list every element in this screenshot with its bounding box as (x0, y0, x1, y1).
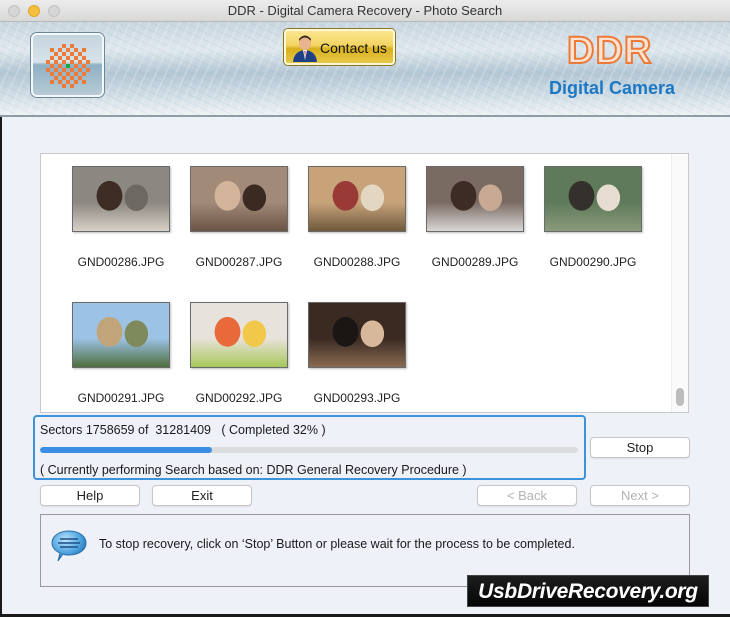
next-button[interactable]: Next > (590, 485, 690, 506)
brand-title: DDR (566, 29, 653, 73)
logo-pixel (74, 64, 78, 68)
photo-thumbnail[interactable] (544, 166, 642, 232)
photo-filename: GND00292.JPG (195, 391, 283, 405)
speech-bubble-icon (51, 530, 87, 562)
logo-pixel (70, 68, 74, 72)
photo-filename: GND00286.JPG (77, 255, 165, 269)
logo-pixel (58, 64, 62, 68)
logo-pixel (58, 80, 62, 84)
logo-pixel (70, 44, 74, 48)
logo-pixel (66, 48, 70, 52)
logo-pixel (54, 60, 58, 64)
progress-panel: Sectors 1758659 of 31281409 ( Completed … (33, 415, 586, 480)
photo-filename: GND00291.JPG (77, 391, 165, 405)
logo-pixel (50, 72, 54, 76)
logo-pixel (54, 76, 58, 80)
procedure-status: ( Currently performing Search based on: … (40, 463, 467, 477)
person-icon (293, 35, 317, 62)
logo-pixel (50, 80, 54, 84)
logo-pixel (70, 52, 74, 56)
header-banner: Contact us DDR Digital Camera (0, 22, 730, 117)
photo-thumbnail[interactable] (72, 166, 170, 232)
window-edge (0, 117, 2, 617)
logo-pixel (74, 48, 78, 52)
logo-pixel (46, 68, 50, 72)
photo-thumbnail[interactable] (190, 302, 288, 368)
info-message: To stop recovery, click on ‘Stop’ Button… (99, 537, 575, 551)
logo-pixel (70, 60, 74, 64)
logo-pixel (70, 76, 74, 80)
logo-pixel (58, 48, 62, 52)
logo-pixel (82, 48, 86, 52)
progress-bar (40, 447, 578, 453)
photo-thumbnail[interactable] (308, 302, 406, 368)
photo-thumbnail-panel: GND00286.JPG GND00287.JPG GND00288.JPG GND0… (40, 153, 689, 413)
logo-pixel (66, 80, 70, 84)
photo-filename: GND00288.JPG (313, 255, 401, 269)
logo-pixel (74, 56, 78, 60)
photo-filename: GND00289.JPG (431, 255, 519, 269)
ddr-logo-icon (46, 44, 90, 88)
progress-bar-fill (40, 447, 213, 453)
logo-pixel (78, 68, 82, 72)
logo-pixel (74, 72, 78, 76)
vertical-scrollbar[interactable] (671, 154, 688, 412)
logo-pixel (58, 56, 62, 60)
logo-pixel (66, 72, 70, 76)
app-logo (31, 33, 104, 97)
contact-us-button[interactable]: Contact us (284, 29, 395, 65)
photo-filename: GND00287.JPG (195, 255, 283, 269)
stop-button[interactable]: Stop (590, 437, 690, 458)
photo-thumbnail[interactable] (190, 166, 288, 232)
logo-pixel (78, 60, 82, 64)
logo-pixel (62, 52, 66, 56)
photo-filename: GND00293.JPG (313, 391, 401, 405)
logo-pixel (86, 68, 90, 72)
logo-pixel (54, 68, 58, 72)
logo-pixel (66, 64, 70, 68)
logo-pixel (82, 56, 86, 60)
logo-pixel (66, 56, 70, 60)
photo-thumbnail[interactable] (426, 166, 524, 232)
scrollbar-thumb[interactable] (676, 388, 684, 406)
watermark-label: UsbDriveRecovery.org (467, 575, 709, 607)
logo-pixel (50, 64, 54, 68)
photo-thumbnail[interactable] (308, 166, 406, 232)
logo-pixel (86, 60, 90, 64)
logo-pixel (62, 84, 66, 88)
title-bar: DDR - Digital Camera Recovery - Photo Se… (0, 0, 730, 22)
logo-pixel (54, 52, 58, 56)
logo-pixel (82, 64, 86, 68)
logo-pixel (46, 60, 50, 64)
logo-pixel (50, 48, 54, 52)
logo-pixel (78, 52, 82, 56)
logo-pixel (50, 56, 54, 60)
help-button[interactable]: Help (40, 485, 140, 506)
contact-us-label: Contact us (320, 40, 387, 56)
logo-pixel (58, 72, 62, 76)
logo-pixel (62, 60, 66, 64)
logo-pixel (62, 76, 66, 80)
window-title: DDR - Digital Camera Recovery - Photo Se… (227, 3, 503, 18)
photo-filename: GND00290.JPG (549, 255, 637, 269)
logo-pixel (62, 44, 66, 48)
photo-thumbnail[interactable] (72, 302, 170, 368)
logo-pixel (82, 72, 86, 76)
logo-pixel (70, 84, 74, 88)
logo-pixel (62, 68, 66, 72)
logo-pixel (74, 80, 78, 84)
logo-pixel (78, 76, 82, 80)
back-button[interactable]: < Back (477, 485, 577, 506)
sectors-status: Sectors 1758659 of 31281409 ( Completed … (40, 423, 326, 437)
logo-pixel (82, 80, 86, 84)
brand-subtitle: Digital Camera (549, 78, 676, 98)
exit-button[interactable]: Exit (152, 485, 252, 506)
